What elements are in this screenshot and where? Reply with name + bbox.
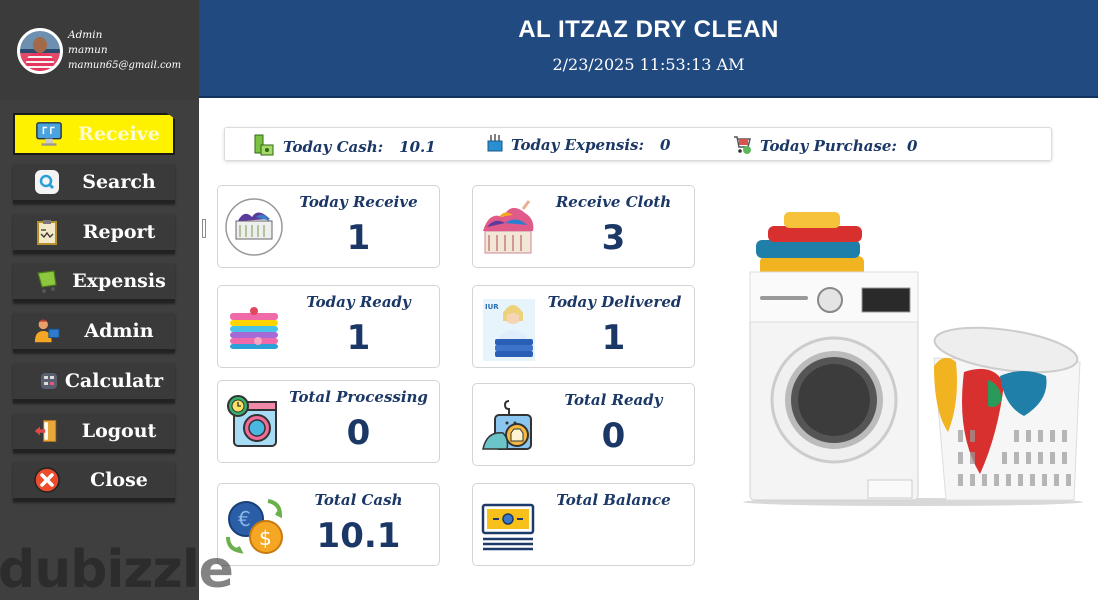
- card-title: Today Ready: [306, 293, 411, 311]
- banknote-icon: [479, 495, 539, 555]
- sidebar-item-label: Calculatr: [64, 370, 164, 392]
- daily-summary-bar: Today Cash: 10.1 Today Expensis: 0 Today…: [224, 127, 1052, 161]
- laundry-basket-icon: [224, 197, 284, 257]
- card-title: Today Receive: [299, 193, 418, 211]
- current-datetime: 2/23/2025 11:53:13 AM: [552, 55, 745, 74]
- close-circle-icon: [33, 466, 61, 494]
- sidebar-item-admin[interactable]: Admin: [13, 313, 175, 352]
- user-profile: Admin mamun mamun65@gmail.com: [0, 0, 199, 100]
- delivery-person-icon: IUR: [479, 297, 539, 361]
- card-title: Total Processing: [289, 388, 428, 406]
- sidebar-item-label: Close: [90, 469, 148, 491]
- today-cash-value: 10.1: [399, 138, 436, 156]
- card-title: Total Balance: [556, 491, 671, 509]
- admin-user-icon: [33, 317, 61, 345]
- app-title: AL ITZAZ DRY CLEAN: [518, 16, 779, 43]
- today-cash: Today Cash: 10.1: [253, 133, 436, 161]
- currency-exchange-icon: € $: [224, 495, 284, 555]
- card-today-delivered[interactable]: IUR Today Delivered 1: [472, 285, 695, 368]
- app-header: AL ITZAZ DRY CLEAN 2/23/2025 11:53:13 AM: [199, 0, 1098, 98]
- svg-text:€: €: [238, 507, 251, 531]
- today-purchase: Today Purchase: 0: [732, 133, 917, 159]
- sidebar-item-label: Admin: [84, 320, 154, 342]
- card-value: 0: [346, 413, 371, 453]
- today-cash-label: Today Cash:: [283, 138, 384, 156]
- card-value: 1: [346, 318, 371, 358]
- sidebar-item-label: Expensis: [72, 270, 166, 292]
- profile-name: mamun: [68, 44, 108, 56]
- laundry-illustration: [738, 190, 1093, 510]
- today-purchase-value: 0: [906, 137, 918, 155]
- sidebar-item-label: Report: [82, 221, 156, 243]
- card-total-balance[interactable]: Total Balance: [472, 483, 695, 566]
- shopping-cart-icon: [732, 133, 752, 159]
- card-total-processing[interactable]: Total Processing 0: [217, 380, 440, 463]
- card-value: 1: [346, 218, 371, 258]
- card-total-cash[interactable]: € $ Total Cash 10.1: [217, 483, 440, 566]
- sidebar-item-receive[interactable]: Receive: [13, 113, 175, 155]
- card-value: 1: [601, 318, 626, 358]
- card-today-receive[interactable]: Today Receive 1: [217, 185, 440, 268]
- today-expensis-value: 0: [660, 136, 671, 154]
- search-icon: [33, 168, 61, 196]
- today-expensis: Today Expensis: 0: [487, 133, 670, 157]
- washing-machine-clock-icon: [224, 392, 284, 452]
- splitter-handle[interactable]: [202, 219, 206, 238]
- card-title: Receive Cloth: [555, 193, 672, 211]
- sidebar-item-label: Receive: [78, 123, 160, 145]
- card-total-ready[interactable]: Total Ready 0: [472, 383, 695, 466]
- card-value: 10.1: [316, 516, 401, 556]
- monitor-icon: [35, 120, 63, 148]
- card-today-ready[interactable]: Today Ready 1: [217, 285, 440, 368]
- sidebar-item-search[interactable]: Search: [13, 164, 175, 203]
- sidebar-item-label: Search: [82, 171, 156, 193]
- sidebar-item-close[interactable]: Close: [13, 462, 175, 501]
- card-value: 0: [601, 416, 626, 456]
- folded-towels-icon: [224, 297, 284, 357]
- cash-note-icon: [253, 133, 275, 161]
- sidebar: Admin mamun mamun65@gmail.com Receive Se…: [0, 0, 199, 600]
- card-receive-cloth[interactable]: Receive Cloth 3: [472, 185, 695, 268]
- clipboard-report-icon: [33, 218, 61, 246]
- hanger-tag-icon: [479, 395, 539, 455]
- clothes-pile-icon: [479, 197, 539, 257]
- sidebar-item-expensis[interactable]: Expensis: [13, 263, 175, 302]
- svg-text:$: $: [259, 526, 272, 550]
- sidebar-item-calculatr[interactable]: Calculatr: [13, 363, 175, 402]
- today-purchase-label: Today Purchase:: [760, 137, 897, 155]
- avatar: [17, 28, 63, 74]
- card-title: Today Delivered: [547, 293, 682, 311]
- card-value: 3: [601, 218, 626, 258]
- profile-role: Admin: [68, 29, 103, 41]
- logout-door-icon: [33, 417, 61, 445]
- card-title: Total Ready: [564, 391, 663, 409]
- today-expensis-label: Today Expensis:: [511, 136, 645, 154]
- sidebar-item-label: Logout: [81, 420, 157, 442]
- card-title: Total Cash: [314, 491, 403, 509]
- sidebar-item-report[interactable]: Report: [13, 214, 175, 253]
- sidebar-item-logout[interactable]: Logout: [13, 413, 175, 452]
- wallet-icon: [487, 133, 503, 157]
- profile-email: mamun65@gmail.com: [68, 60, 182, 71]
- svg-text:IUR: IUR: [485, 303, 499, 311]
- cart-expense-icon: [33, 267, 61, 295]
